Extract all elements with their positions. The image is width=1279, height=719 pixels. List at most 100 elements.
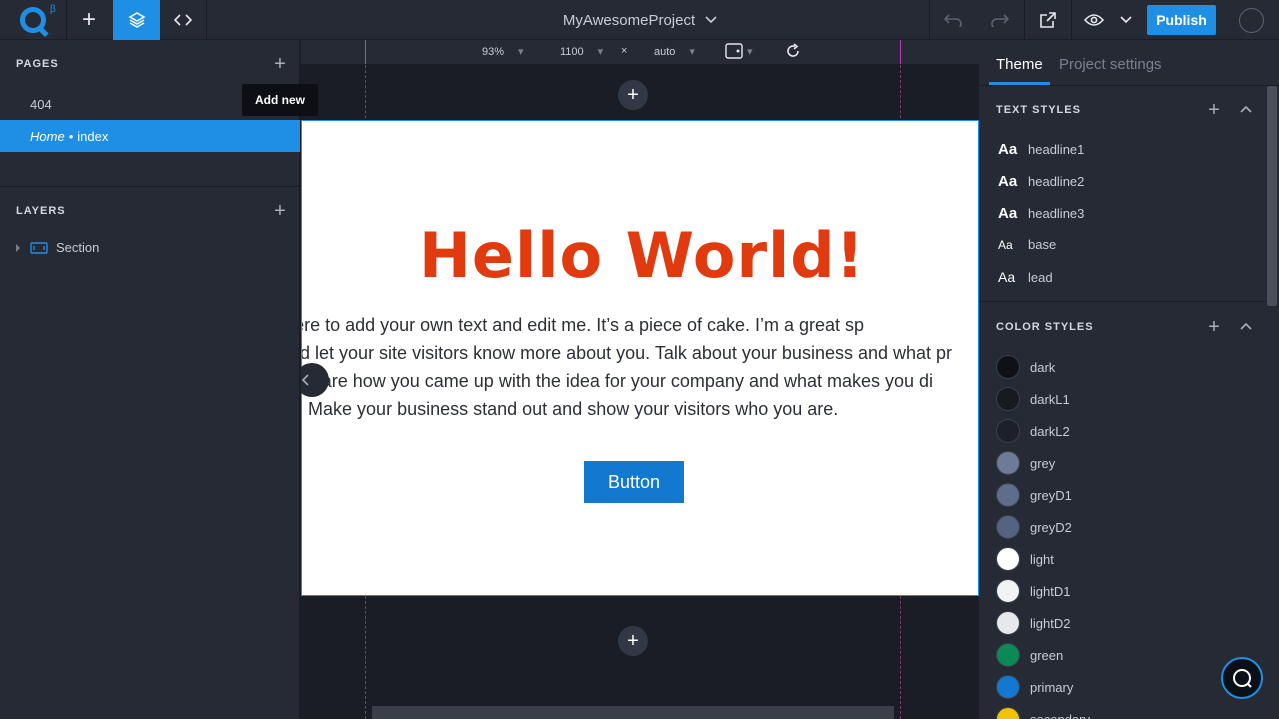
width-select[interactable]: 1100 ▾ [560,45,603,59]
color-style-light[interactable]: light [996,547,1054,571]
chevron-down-icon [705,16,717,24]
color-style-darkl1[interactable]: darkL1 [996,387,1070,411]
right-sidebar: Theme Project settings TEXT STYLES + Aa h… [979,40,1279,719]
color-style-label: darkL2 [1030,423,1070,439]
add-section-below-button[interactable]: + [618,626,648,656]
color-style-secondary[interactable]: secondary [996,707,1090,719]
color-style-lightd1[interactable]: lightD1 [996,579,1070,603]
text-style-headline1[interactable]: Aa headline1 [998,141,1084,158]
project-title: MyAwesomeProject [562,11,696,29]
text-style-headline2[interactable]: Aa headline2 [998,173,1084,190]
color-swatch [996,579,1020,603]
zoom-select[interactable]: 93% ▾ [482,45,524,59]
chat-button[interactable] [1221,657,1263,699]
text-style-icon: Aa [998,205,1018,222]
text-style-headline3[interactable]: Aa headline3 [998,205,1084,222]
color-style-grey[interactable]: grey [996,451,1055,475]
preview-frame[interactable]: Hello World! This is a paragraph. Click … [301,120,979,596]
plus-icon: + [627,83,639,106]
app-logo[interactable]: β [0,0,66,40]
color-swatch [996,451,1020,475]
color-style-label: lightD2 [1030,615,1071,631]
height-value: auto [654,45,676,58]
logo-icon [20,7,46,33]
page-item-home[interactable]: Home • index [0,120,300,152]
color-swatch [996,355,1020,379]
canvas-toolbar: 93% ▾ 1100 ▾ × auto ▾ ▾ [301,40,979,64]
layer-item-section[interactable]: Section [14,240,99,255]
chevron-up-icon [1240,105,1252,113]
color-style-greyd1[interactable]: greyD1 [996,483,1072,507]
add-color-style-button[interactable]: + [1206,317,1222,337]
redo-button[interactable] [976,0,1024,40]
width-value: 1100 [560,45,584,58]
device-icon [725,43,743,59]
layers-button[interactable] [113,0,160,40]
canvas-area[interactable]: 93% ▾ 1100 ▾ × auto ▾ ▾ + Hello World! T… [301,40,979,719]
text-style-base[interactable]: Aa base [998,237,1056,252]
color-style-green[interactable]: green [996,643,1063,667]
preview-button[interactable] [1072,0,1116,40]
open-external-button[interactable] [1025,0,1071,40]
add-text-style-button[interactable]: + [1206,100,1222,120]
caret-right-icon[interactable] [14,243,22,253]
times-sign: × [621,45,628,57]
color-style-label: greyD1 [1030,487,1072,503]
tab-theme[interactable]: Theme [996,56,1043,73]
chevron-up-icon [1240,322,1252,330]
device-select[interactable]: ▾ [725,43,753,59]
add-page-button[interactable]: + [272,54,288,74]
top-bar: β + MyAwesomeProject Publish [0,0,1279,40]
paragraph-line: competitors. Make your business stand ou… [302,399,839,419]
color-style-darkl2[interactable]: darkL2 [996,419,1070,443]
beta-badge: β [50,4,56,15]
text-style-label: base [1028,237,1057,252]
avatar[interactable] [1239,8,1264,33]
add-section-above-button[interactable]: + [618,80,648,110]
pages-heading: PAGES [16,58,59,70]
project-selector[interactable]: MyAwesomeProject [440,0,840,40]
page-separator: • [68,128,74,144]
color-swatch [996,675,1020,699]
refresh-button[interactable] [785,43,801,59]
color-swatch [996,419,1020,443]
code-button[interactable] [160,0,206,40]
vertical-scrollbar[interactable] [1267,86,1277,306]
body-paragraph[interactable]: This is a paragraph. Click here to add y… [301,311,978,423]
text-style-label: headline1 [1028,142,1085,157]
color-style-label: secondary [1030,711,1090,719]
chat-icon [1233,669,1252,688]
color-styles-heading: COLOR STYLES [996,321,1094,333]
chevron-left-icon [301,374,309,386]
tab-project-settings[interactable]: Project settings [1059,56,1162,73]
undo-button[interactable] [930,0,976,40]
color-style-label: grey [1030,455,1056,471]
add-element-button[interactable]: + [66,0,112,40]
preview-dropdown[interactable] [1114,0,1138,40]
color-swatch [996,611,1020,635]
paragraph-line: and let your site visitors know more abo… [301,343,953,363]
color-style-label: green [1030,647,1064,663]
color-style-greyd2[interactable]: greyD2 [996,515,1072,539]
cta-button[interactable]: Button [584,461,684,503]
active-tab-indicator [989,82,1050,85]
horizontal-scrollbar[interactable] [372,706,894,719]
layers-icon [127,12,146,28]
headline[interactable]: Hello World! [302,219,978,292]
collapse-text-styles-button[interactable] [1240,102,1252,116]
color-style-lightd2[interactable]: lightD2 [996,611,1070,635]
collapse-color-styles-button[interactable] [1240,319,1252,333]
height-select[interactable]: auto ▾ [654,45,695,59]
publish-button[interactable]: Publish [1147,5,1216,35]
color-style-primary[interactable]: primary [996,675,1073,699]
text-style-lead[interactable]: Aa lead [998,269,1053,285]
plus-icon: + [81,6,96,33]
color-style-dark[interactable]: dark [996,355,1055,379]
caret-down-icon: ▾ [518,46,524,58]
plus-icon: + [627,629,639,652]
color-style-label: lightD1 [1030,583,1071,599]
code-icon [174,14,192,26]
add-layer-button[interactable]: + [272,201,288,221]
external-link-icon [1040,12,1056,28]
home-label: Home [30,128,65,144]
